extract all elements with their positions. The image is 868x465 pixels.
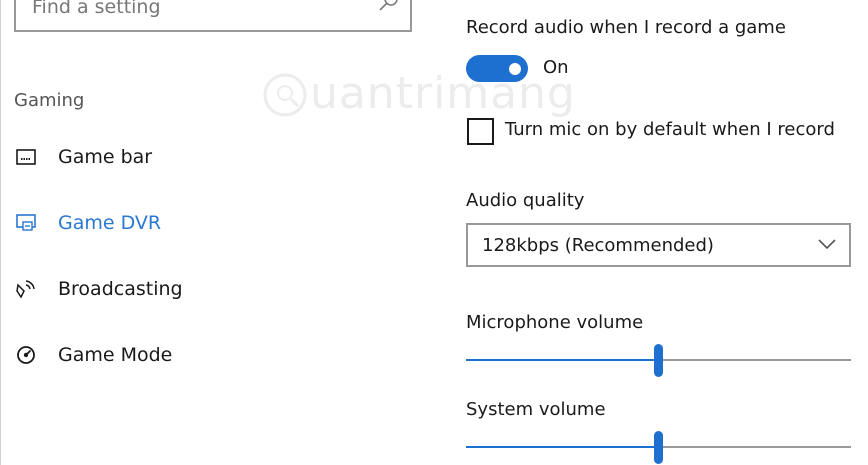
game-bar-icon	[14, 145, 38, 169]
slider-track-filled	[466, 446, 654, 448]
sidebar-item-game-mode[interactable]: Game Mode	[14, 339, 314, 371]
window-left-border	[0, 0, 9, 465]
slider-track-empty	[663, 446, 851, 448]
sidebar-item-label: Game bar	[58, 146, 153, 168]
sidebar-section-label: Gaming	[14, 90, 85, 111]
system-volume-slider[interactable]	[466, 431, 851, 465]
game-mode-icon	[14, 343, 38, 367]
search-input[interactable]: Find a setting	[14, 0, 412, 32]
slider-track-filled	[466, 359, 654, 361]
slider-thumb[interactable]	[654, 344, 663, 377]
slider-track-empty	[663, 359, 851, 361]
audio-quality-value: 128kbps (Recommended)	[482, 235, 714, 256]
game-dvr-icon	[14, 211, 38, 235]
watermark-text: uantrimang	[310, 68, 576, 119]
sidebar-item-broadcasting[interactable]: Broadcasting	[14, 273, 314, 305]
toggle-knob	[509, 62, 521, 75]
microphone-volume-title: Microphone volume	[466, 312, 644, 333]
search-placeholder: Find a setting	[32, 0, 161, 18]
sidebar-item-game-dvr[interactable]: Game DVR	[14, 207, 314, 239]
audio-quality-title: Audio quality	[466, 190, 585, 211]
slider-thumb[interactable]	[654, 431, 663, 464]
record-audio-toggle[interactable]	[466, 55, 528, 82]
mic-default-checkbox[interactable]	[467, 118, 494, 145]
microphone-volume-slider[interactable]	[466, 344, 851, 378]
record-audio-state: On	[543, 57, 569, 78]
mic-default-label[interactable]: Turn mic on by default when I record	[505, 119, 835, 140]
sidebar-item-label: Broadcasting	[58, 278, 183, 300]
search-icon[interactable]	[378, 0, 400, 16]
record-audio-title: Record audio when I record a game	[466, 17, 786, 38]
system-volume-title: System volume	[466, 399, 606, 420]
broadcasting-icon	[14, 277, 38, 301]
sidebar-item-label: Game Mode	[58, 344, 173, 366]
sidebar-item-game-bar[interactable]: Game bar	[14, 141, 314, 173]
audio-quality-dropdown[interactable]: 128kbps (Recommended)	[466, 223, 851, 267]
chevron-down-icon	[818, 239, 836, 250]
sidebar-item-label: Game DVR	[58, 212, 162, 234]
